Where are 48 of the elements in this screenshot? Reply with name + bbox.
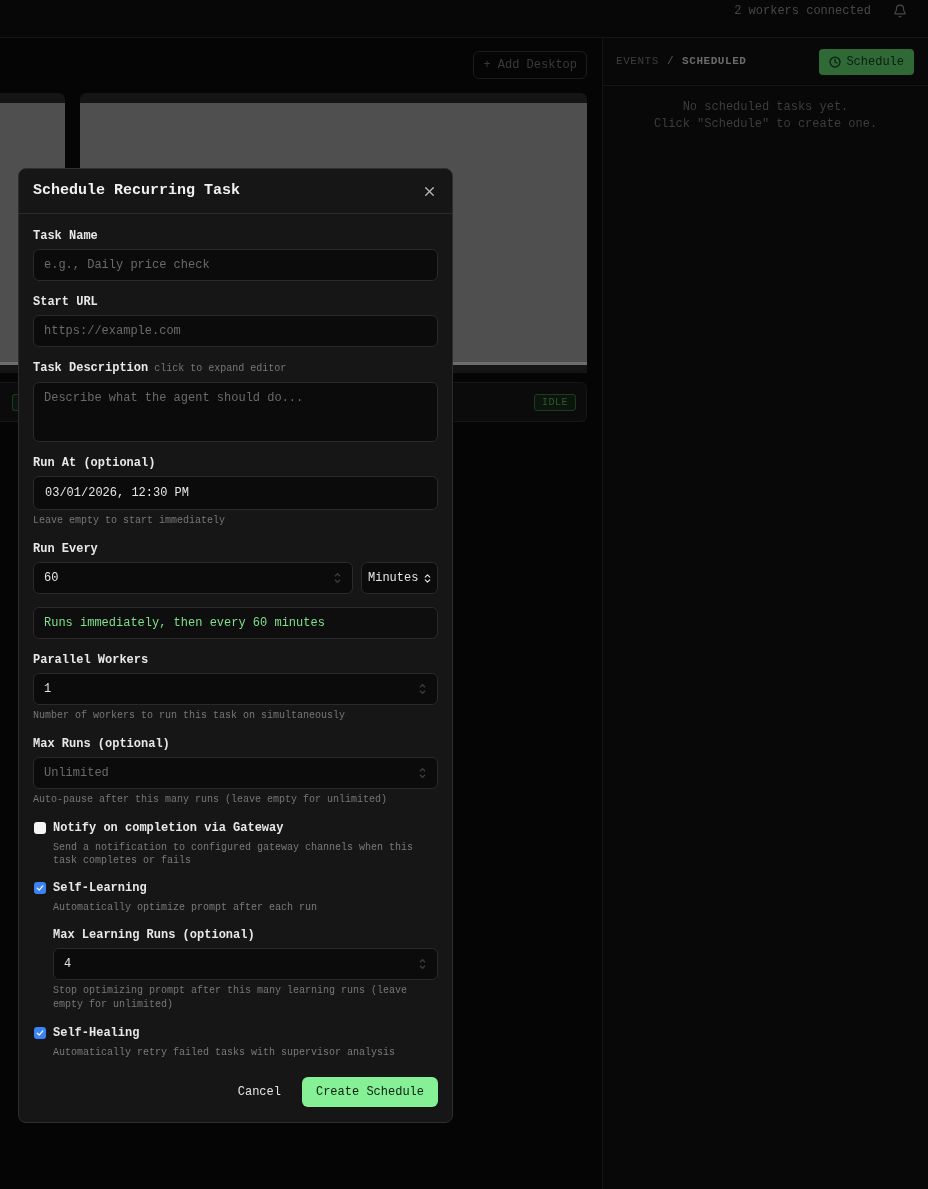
field-label: Task Name — [33, 228, 99, 244]
field-label: Parallel Workers — [33, 652, 150, 668]
breadcrumb-separator: / — [666, 54, 675, 70]
field-label: Max Learning Runs (optional) — [53, 927, 256, 943]
field-label: Run Every — [33, 541, 99, 557]
field-hint: Stop optimizing prompt after this many learning runs (leave empty for unlimited) — [53, 984, 409, 1012]
option-label[interactable]: Notify on completion via Gateway — [53, 820, 284, 836]
text-input[interactable]: https://example.com — [33, 315, 438, 347]
spinner-icon[interactable] — [419, 958, 426, 970]
option-description: Automatically retry failed tasks with supervisor analysis — [52, 1046, 397, 1059]
create-schedule-button[interactable]: Create Schedule — [301, 1077, 438, 1107]
cancel-button[interactable]: Cancel — [229, 1077, 289, 1107]
description-textarea[interactable]: Describe what the agent should do... — [33, 382, 438, 442]
field-label: Task Description — [33, 360, 149, 376]
option-description: Send a notification to configured gateway channels when this task completes or fails — [52, 841, 415, 867]
dialog-title: Schedule Recurring Task — [33, 180, 241, 201]
field-label: Start URL — [33, 294, 99, 310]
option-label[interactable]: Self-Learning — [53, 880, 147, 896]
text-input[interactable]: e.g., Daily price check — [33, 249, 438, 281]
number-input[interactable]: 4 — [53, 948, 438, 980]
checkbox[interactable] — [34, 882, 46, 894]
number-input[interactable]: 60 — [33, 562, 353, 594]
field-hint: Auto-pause after this many runs (leave empty for unlimited) — [33, 793, 389, 807]
field-hint: Number of workers to run this task on simultaneously — [33, 709, 347, 723]
notification-bell-icon[interactable] — [893, 4, 907, 18]
field-label: Max Runs (optional) — [33, 736, 171, 752]
checkbox[interactable] — [34, 822, 46, 834]
schedule-summary: Runs immediately, then every 60 minutes — [33, 607, 438, 639]
checkmark-icon — [36, 884, 44, 892]
spinner-icon[interactable] — [419, 767, 426, 779]
number-input[interactable]: Unlimited — [33, 757, 438, 789]
spinner-icon[interactable] — [334, 572, 341, 584]
spinner-icon[interactable] — [419, 683, 426, 695]
option-label[interactable]: Self-Healing — [53, 1025, 140, 1041]
datetime-input[interactable]: 03/01/2026, 12:30 PM — [33, 476, 438, 510]
status-badge: IDLE — [534, 393, 576, 411]
field-label: Run At (optional) — [33, 455, 157, 471]
clock-icon — [829, 55, 842, 68]
field-hint: Leave empty to start immediately — [33, 514, 227, 528]
checkmark-icon — [36, 1029, 44, 1037]
label-hint: click to expand editor — [154, 362, 287, 376]
option-description: Automatically optimize prompt after each run — [52, 901, 319, 914]
number-input[interactable]: 1 — [33, 673, 438, 705]
checkbox[interactable] — [34, 1027, 46, 1039]
connection-status: 2 workers connected — [734, 3, 871, 19]
unit-select[interactable]: Minutes — [361, 562, 438, 594]
chevrons-icon — [422, 572, 433, 584]
panel-tab[interactable]: SCHEDULED — [682, 53, 747, 70]
